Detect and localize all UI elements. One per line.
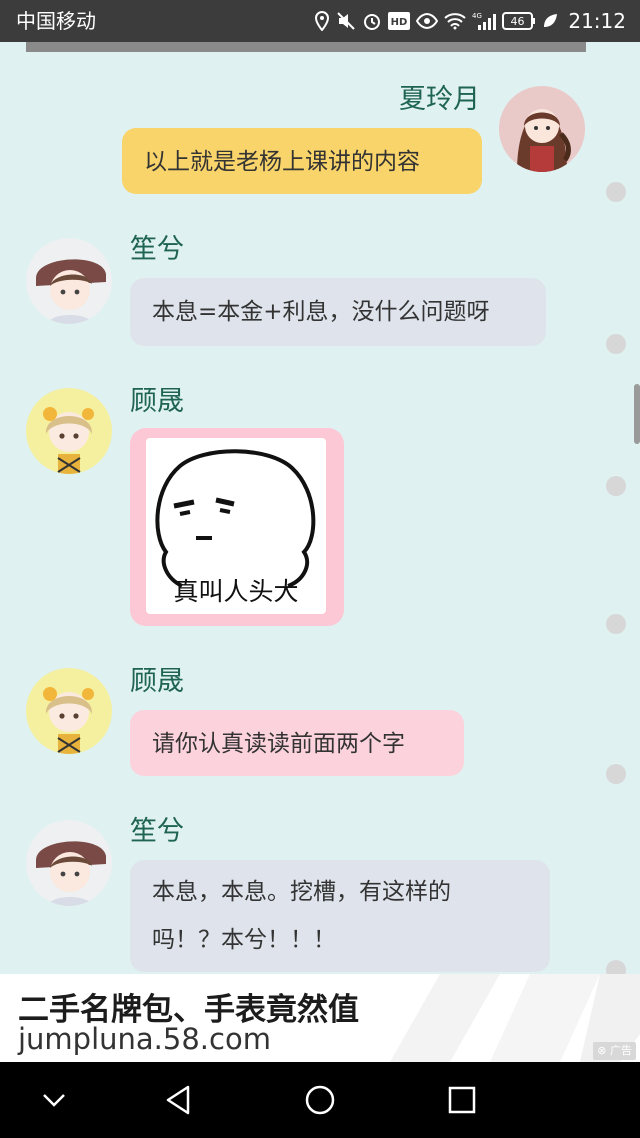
alarm-icon — [362, 11, 382, 31]
message-bubble[interactable]: 以上就是老杨上课讲的内容 — [122, 128, 482, 194]
sticker-image: 真叫人头大 — [146, 438, 326, 614]
battery-icon: 46 — [502, 12, 536, 30]
status-dot — [606, 764, 626, 784]
scrollbar-thumb[interactable] — [634, 384, 640, 444]
message-line: 本息，本息。挖槽，有这样的 — [152, 879, 451, 905]
sender-name: 笙兮 — [130, 234, 184, 265]
status-dot — [606, 334, 626, 354]
clock: 21:12 — [568, 9, 626, 33]
status-dot — [606, 614, 626, 634]
carrier-name: 中国移动 — [16, 9, 96, 33]
avatar-xialingyue[interactable] — [499, 86, 585, 172]
svg-text:HD: HD — [391, 17, 408, 28]
signal-icon: 4G — [472, 11, 497, 31]
battery-level: 46 — [511, 15, 525, 28]
status-bar: 中国移动 HD 4G 46 21:12 — [0, 0, 640, 42]
avatar-gusheng[interactable] — [26, 388, 112, 474]
sender-name: 顾晟 — [130, 666, 184, 697]
sticker-message[interactable]: 真叫人头大 — [130, 428, 344, 626]
ad-badge-label: 广告 — [610, 1044, 632, 1057]
ad-banner[interactable]: 二手名牌包、手表竟然值 jumpluna.58.com ⊗ 广告 — [0, 974, 640, 1062]
sender-name: 顾晟 — [130, 386, 184, 417]
sticker-caption: 真叫人头大 — [173, 577, 299, 606]
home-icon[interactable] — [300, 1080, 340, 1120]
chat-area[interactable]: 夏玲月 以上就是老杨上课讲的内容 笙兮 本息=本金+利息，没什么问题呀 顾晟 真… — [0, 42, 640, 974]
avatar-gusheng[interactable] — [26, 668, 112, 754]
ad-url[interactable]: jumpluna.58.com — [18, 1022, 271, 1056]
ad-close-icon[interactable]: ⊗ — [597, 1044, 606, 1057]
network-type: 4G — [472, 12, 482, 20]
eye-icon — [416, 13, 439, 29]
message-bubble[interactable]: 本息，本息。挖槽，有这样的 吗！？本兮！！！ — [130, 860, 550, 972]
location-icon — [314, 11, 330, 31]
status-dot — [606, 182, 626, 202]
message-line: 吗！？本兮！！！ — [152, 927, 336, 953]
hd-icon: HD — [388, 12, 411, 30]
message-bubble[interactable]: 本息=本金+利息，没什么问题呀 — [130, 278, 546, 346]
avatar-shengxi[interactable] — [26, 820, 112, 906]
back-icon[interactable] — [158, 1080, 198, 1120]
leaf-icon — [542, 13, 558, 29]
previous-message-edge — [26, 42, 586, 52]
recents-icon[interactable] — [442, 1080, 482, 1120]
navigation-bar — [0, 1062, 640, 1138]
chevron-down-icon[interactable] — [34, 1080, 74, 1120]
wifi-icon — [444, 12, 467, 30]
status-dot — [606, 960, 626, 974]
status-dot — [606, 476, 626, 496]
sender-name: 笙兮 — [130, 816, 184, 847]
ad-badge: ⊗ 广告 — [593, 1042, 636, 1060]
mute-icon — [336, 11, 356, 31]
message-bubble[interactable]: 请你认真读读前面两个字 — [130, 710, 464, 776]
status-icons: HD 4G 46 21:12 — [314, 8, 626, 34]
sender-name: 夏玲月 — [399, 84, 480, 115]
avatar-shengxi[interactable] — [26, 238, 112, 324]
